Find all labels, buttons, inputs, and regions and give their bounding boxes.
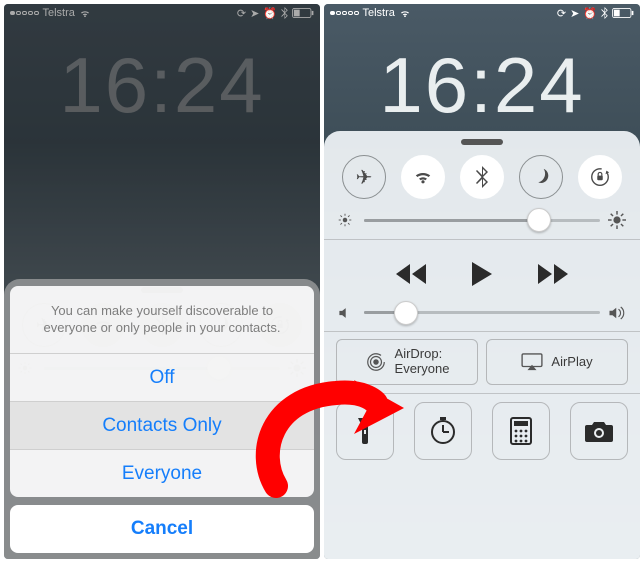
brightness-slider-row: [338, 211, 626, 229]
phone-left: 16:24 ✈︎ Telstra ⟳ ➤ ⏰: [4, 4, 320, 559]
location-status-icon: ➤: [570, 7, 579, 20]
dnd-toggle[interactable]: [519, 155, 563, 199]
carrier-label: Telstra: [363, 7, 395, 19]
signal-dots: [330, 11, 359, 16]
toggle-row: ✈︎: [342, 155, 622, 199]
calculator-button[interactable]: [492, 402, 550, 460]
camera-button[interactable]: [570, 402, 628, 460]
airplay-label: AirPlay: [551, 355, 592, 370]
brightness-low-icon: [338, 213, 356, 227]
wifi-toggle[interactable]: [401, 155, 445, 199]
airdrop-option-contacts-only[interactable]: Contacts Only: [10, 401, 314, 449]
bluetooth-status-icon: [281, 7, 288, 19]
volume-low-icon: [338, 306, 356, 320]
brightness-slider[interactable]: [364, 219, 600, 222]
action-sheet-group: You can make yourself discoverable to ev…: [10, 286, 314, 497]
rotation-lock-toggle[interactable]: [578, 155, 622, 199]
signal-dots: [10, 11, 39, 16]
action-sheet-cancel[interactable]: Cancel: [10, 505, 314, 553]
airdrop-label: AirDrop:Everyone: [395, 347, 450, 377]
phone-right: 16:24 ✈︎: [324, 4, 640, 559]
airdrop-airplay-row: AirDrop:Everyone AirPlay: [336, 339, 628, 385]
brightness-high-icon: [608, 211, 626, 229]
airdrop-action-sheet: You can make yourself discoverable to ev…: [10, 286, 314, 553]
status-bar: Telstra ⟳ ➤ ⏰: [4, 4, 320, 22]
forward-button[interactable]: [538, 264, 568, 289]
volume-slider[interactable]: [364, 311, 600, 314]
wifi-status-icon: [399, 9, 411, 18]
alarm-status-icon: ⏰: [583, 7, 597, 20]
volume-slider-row: [338, 305, 626, 321]
divider: [324, 331, 640, 332]
control-center-panel: ✈︎: [324, 131, 640, 559]
airdrop-icon: [365, 351, 387, 373]
airplay-button[interactable]: AirPlay: [486, 339, 628, 385]
rewind-button[interactable]: [396, 264, 426, 289]
airplane-icon: ✈︎: [356, 165, 373, 190]
flashlight-icon: [356, 416, 374, 446]
volume-high-icon: [608, 305, 626, 321]
airdrop-option-everyone[interactable]: Everyone: [10, 449, 314, 497]
airdrop-option-off[interactable]: Off: [10, 353, 314, 401]
rotation-lock-status-icon: ⟳: [557, 7, 566, 20]
calculator-icon: [510, 417, 532, 445]
shortcuts-row: [336, 402, 628, 460]
location-status-icon: ➤: [250, 7, 259, 20]
bluetooth-status-icon: [601, 7, 608, 19]
airplane-mode-toggle[interactable]: ✈︎: [342, 155, 386, 199]
flashlight-button[interactable]: [336, 402, 394, 460]
carrier-label: Telstra: [43, 7, 75, 19]
bluetooth-toggle[interactable]: [460, 155, 504, 199]
airdrop-button[interactable]: AirDrop:Everyone: [336, 339, 478, 385]
lockscreen-clock: 16:24: [324, 40, 640, 131]
wifi-status-icon: [79, 9, 91, 18]
camera-icon: [584, 420, 614, 442]
grabber-handle[interactable]: [461, 139, 503, 145]
battery-status-icon: [612, 8, 634, 18]
divider: [324, 393, 640, 394]
rotation-lock-status-icon: ⟳: [237, 7, 246, 20]
media-controls: [336, 262, 628, 291]
bluetooth-icon: [476, 166, 488, 188]
divider: [324, 239, 640, 240]
rotation-lock-icon: [589, 166, 611, 188]
action-sheet-message: You can make yourself discoverable to ev…: [10, 286, 314, 353]
alarm-status-icon: ⏰: [263, 7, 277, 20]
timer-icon: [428, 416, 458, 446]
airplay-icon: [521, 353, 543, 371]
play-button[interactable]: [472, 262, 492, 291]
wifi-icon: [413, 169, 433, 185]
status-bar: Telstra ⟳ ➤ ⏰: [324, 4, 640, 22]
timer-button[interactable]: [414, 402, 472, 460]
moon-icon: [532, 168, 550, 186]
battery-status-icon: [292, 8, 314, 18]
